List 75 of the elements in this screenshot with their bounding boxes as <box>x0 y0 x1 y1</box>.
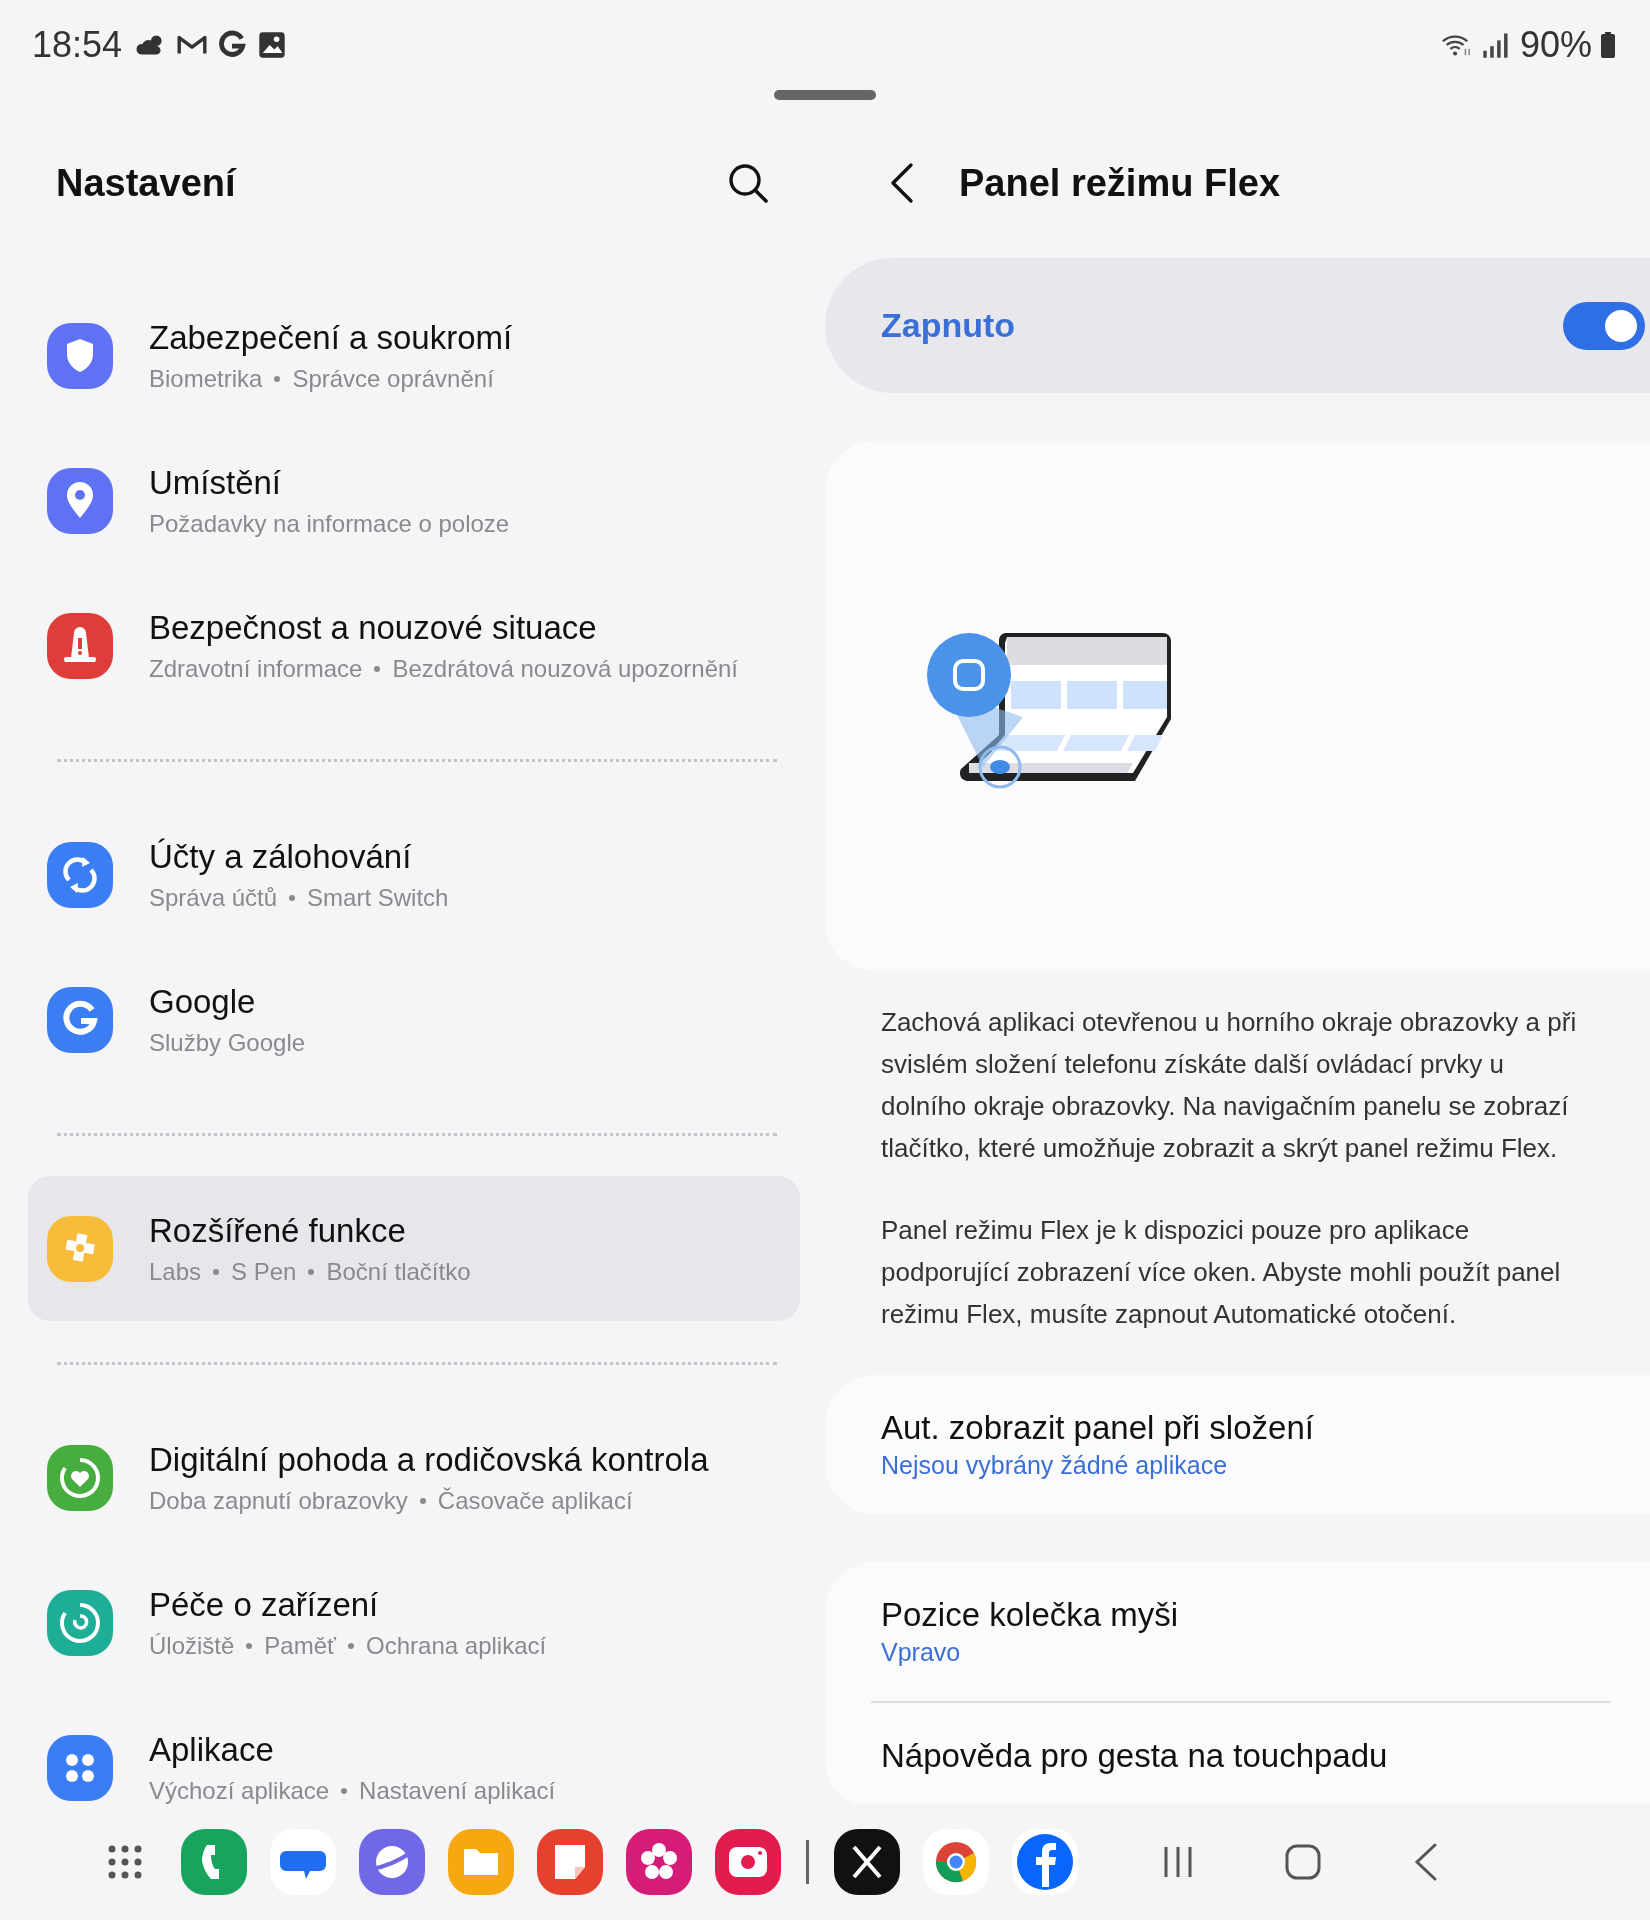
option-title: Pozice kolečka myši <box>881 1596 1180 1634</box>
planet-app-icon[interactable] <box>359 1829 425 1895</box>
description-paragraph: Zachová aplikaci otevřenou u horního okraje obrazovky a při svislém složení telefonu získáte další ovládací prvky u dolního okraje obrazovky. Na navigačním panelu se zobrazí tlačítko, které umožňuje zobrazit a skrýt panel režimu Flex. <box>881 1006 1578 1165</box>
switch-card[interactable]: Zapnuto <box>825 258 1650 393</box>
item-subtitle: Biometrika <box>149 364 263 393</box>
item-title: Účty a zálohování <box>149 837 413 876</box>
item-subtitle: S Pen <box>231 1257 297 1286</box>
item-subtitle: Nastavení aplikací <box>359 1776 556 1804</box>
social-app-icon[interactable] <box>1012 1829 1078 1895</box>
option-row[interactable]: Nápověda pro gesta na touchpadu <box>825 1703 1650 1804</box>
settings-item[interactable]: Rozšířené funkce Labs S Pen Boční tlačítko <box>28 1176 800 1321</box>
notes-app-icon[interactable] <box>537 1829 603 1895</box>
item-subtitle: Požadavky na informace o poloze <box>149 509 510 538</box>
item-title: Google <box>149 982 257 1021</box>
option-value: Nejsou vybrány žádné aplikace <box>881 1451 1229 1480</box>
item-title: Péče o zařízení <box>149 1585 380 1624</box>
item-subtitle: Služby Google <box>149 1028 306 1057</box>
switch-label: Zapnuto <box>881 306 1016 345</box>
item-title: Zabezpečení a soukromí <box>149 318 513 357</box>
settings-item[interactable]: Zabezpečení a soukromí Biometrika Správce oprávnění <box>28 283 800 428</box>
separator-dot <box>308 1268 315 1275</box>
settings-item[interactable]: Google Služby Google <box>28 947 800 1092</box>
separator-dot <box>374 665 381 672</box>
item-subtitle: Boční tlačítko <box>326 1257 471 1286</box>
item-subtitle: Časovače aplikací <box>437 1486 633 1515</box>
item-subtitle: Zdravotní informace <box>149 654 363 683</box>
item-title: Bezpečnost a nouzové situace <box>149 608 598 647</box>
g-logo-icon <box>216 30 249 60</box>
separator-dot <box>246 1642 253 1649</box>
item-subtitle: Výchozí aplikace <box>149 1776 330 1804</box>
settings-item[interactable]: Péče o zařízení Úložiště Paměť Ochrana aplikací <box>28 1550 800 1695</box>
item-subtitle: Správa účtů <box>149 883 278 912</box>
item-subtitle: Správce oprávnění <box>292 364 494 393</box>
option-value: Vpravo <box>881 1638 962 1667</box>
settings-item[interactable]: Digitální pohoda a rodičovská kontrola Doba zapnutí obrazovky Časovače aplikací <box>28 1405 800 1550</box>
item-subtitle: Ochrana aplikací <box>366 1631 547 1660</box>
option-title: Aut. zobrazit panel při složení <box>881 1409 1315 1447</box>
separator-dot <box>274 375 281 382</box>
item-subtitle: Bezdrátová nouzová upozornění <box>392 654 738 683</box>
separator-dot <box>213 1268 220 1275</box>
item-subtitle: Labs <box>149 1257 202 1286</box>
browser-app-icon[interactable] <box>923 1829 989 1895</box>
option-title: Nápověda pro gesta na touchpadu <box>881 1737 1389 1775</box>
camera-app-icon[interactable] <box>715 1829 781 1895</box>
settings-title: Nastavení <box>56 161 236 205</box>
separator-dot <box>419 1497 426 1504</box>
option-row[interactable]: Pozice kolečka myši Vpravo <box>825 1562 1650 1701</box>
item-subtitle: Úložiště <box>149 1631 235 1660</box>
toggle-switch[interactable] <box>1563 301 1645 350</box>
description-paragraph: Panel režimu Flex je k dispozici pouze pro aplikace podporující zobrazení více oken. Abyste mohli použít panel režimu Flex, musíte zapnout Automatické otočení. <box>881 1214 1562 1331</box>
drag-handle[interactable] <box>774 90 876 100</box>
settings-item[interactable]: Aplikace Výchozí aplikace Nastavení aplikací <box>28 1695 800 1804</box>
settings-item[interactable]: Bezpečnost a nouzové situace Zdravotní informace Bezdrátová nouzová upozornění <box>28 573 800 718</box>
option-row[interactable]: Aut. zobrazit panel při složení Nejsou vybrány žádné aplikace <box>825 1375 1650 1514</box>
battery-icon <box>1600 31 1616 59</box>
page-title: Panel režimu Flex <box>959 161 1280 205</box>
separator-dot <box>348 1642 355 1649</box>
battery-percent: 90% <box>1519 24 1592 66</box>
item-title: Rozšířené funkce <box>149 1211 407 1250</box>
flower-app-icon[interactable] <box>626 1829 692 1895</box>
cross-app-icon[interactable] <box>834 1829 900 1895</box>
item-subtitle: Paměť <box>264 1631 337 1660</box>
item-title: Aplikace <box>149 1730 275 1769</box>
item-title: Digitální pohoda a rodičovská kontrola <box>149 1440 709 1479</box>
search-icon[interactable] <box>726 161 770 205</box>
separator-dot <box>341 1787 348 1794</box>
settings-item[interactable]: Účty a zálohování Správa účtů Smart Switch <box>28 802 800 947</box>
phone-app-icon[interactable] <box>181 1829 247 1895</box>
item-subtitle: Smart Switch <box>307 883 449 912</box>
item-subtitle: Doba zapnutí obrazovky <box>149 1486 408 1515</box>
item-title: Umístění <box>149 463 283 502</box>
status-time: 18:54 <box>32 24 123 66</box>
settings-item[interactable]: Umístění Požadavky na informace o poloze <box>28 428 800 573</box>
chat-app-icon[interactable] <box>270 1829 336 1895</box>
separator-dot <box>289 894 296 901</box>
